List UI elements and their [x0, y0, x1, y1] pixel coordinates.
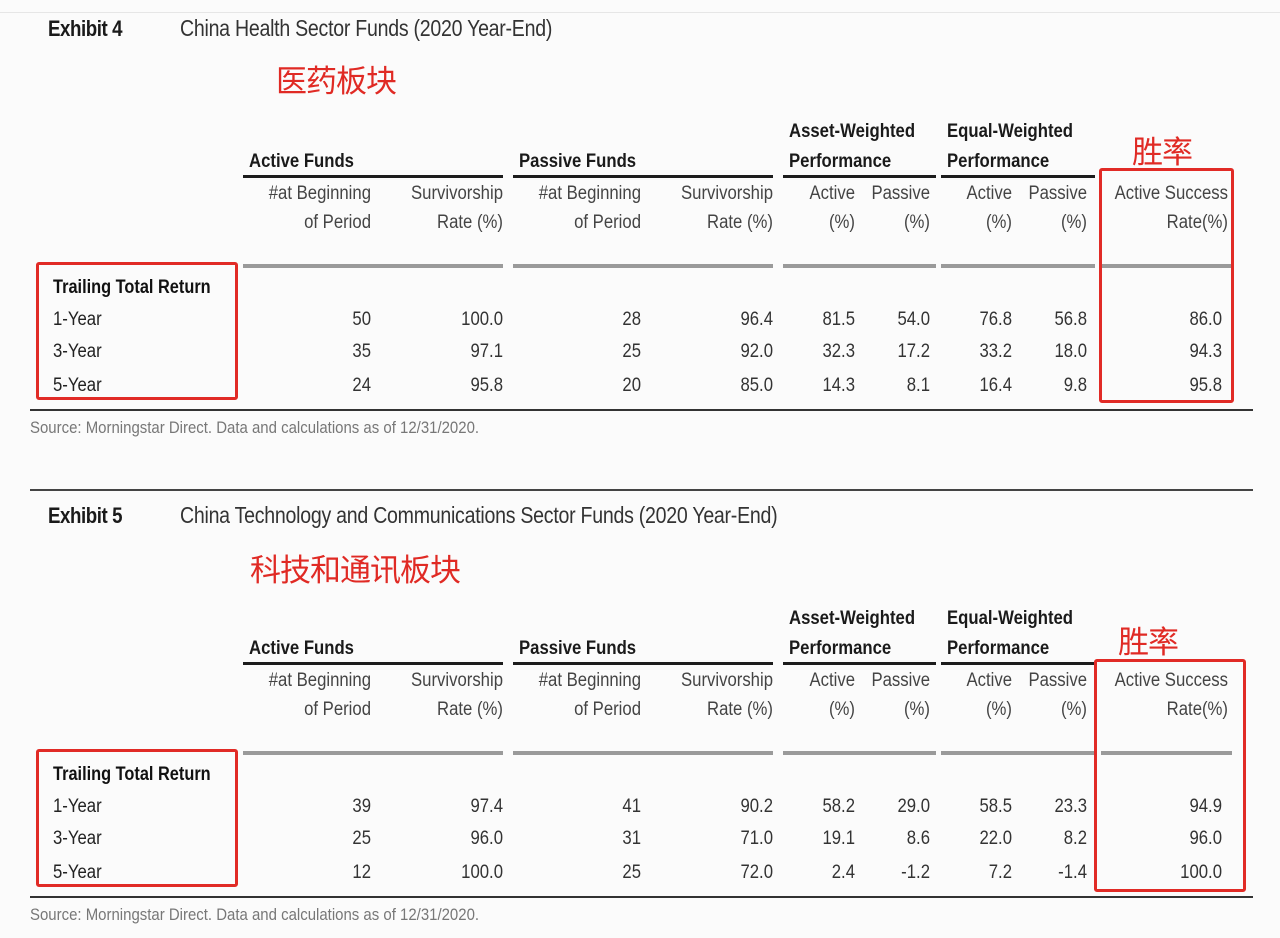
table-cell: 31	[622, 828, 641, 849]
sector-annotation: 医药板块	[276, 64, 397, 99]
column-header-line2: (%)	[1060, 699, 1087, 720]
column-header-line1: #at Beginning	[268, 183, 371, 204]
group-active-funds: Active Funds	[249, 638, 354, 659]
table-cell: 50	[352, 309, 371, 330]
exhibit-number: Exhibit 4	[48, 16, 123, 41]
exhibit-title: China Health Sector Funds (2020 Year-End…	[180, 15, 553, 41]
group-equal-weighted-line2: Performance	[947, 151, 1050, 172]
column-header-line1: Passive	[1028, 183, 1087, 204]
table-cell: 20	[622, 375, 641, 396]
table-cell: 25	[352, 828, 371, 849]
group-active-funds: Active Funds	[249, 151, 354, 172]
group-equal-weighted-line2: Performance	[947, 638, 1050, 659]
group-asset-weighted-line2: Performance	[789, 638, 892, 659]
column-header-line1: #at Beginning	[538, 183, 641, 204]
header-rule	[783, 264, 936, 268]
table-cell: 28	[622, 309, 641, 330]
header-rule	[941, 751, 1095, 755]
source-note: Source: Morningstar Direct. Data and cal…	[30, 905, 480, 924]
table-cell: 96.0	[470, 828, 503, 849]
source-note: Source: Morningstar Direct. Data and cal…	[30, 418, 480, 437]
group-rule	[513, 662, 773, 665]
column-header-line2: of Period	[304, 699, 371, 720]
group-equal-weighted-line1: Equal-Weighted	[947, 121, 1074, 142]
sector-annotation: 科技和通讯板块	[250, 553, 461, 588]
table-cell: 41	[622, 796, 641, 817]
table-cell: 97.1	[470, 341, 503, 362]
group-rule	[941, 662, 1095, 665]
group-rule	[783, 662, 936, 665]
win-rate-annotation: 胜率	[1132, 135, 1193, 170]
header-rule	[243, 264, 503, 268]
header-rule	[941, 264, 1095, 268]
table-cell: 18.0	[1054, 341, 1087, 362]
table-cell: 100.0	[461, 862, 503, 883]
group-asset-weighted-line1: Asset-Weighted	[789, 608, 916, 629]
table-cell: 39	[352, 796, 371, 817]
column-header-line2: of Period	[574, 699, 641, 720]
table-cell: 100.0	[461, 309, 503, 330]
column-header-line1: #at Beginning	[268, 670, 371, 691]
table-cell: -1.4	[1058, 862, 1087, 883]
exhibit-divider	[30, 489, 1253, 491]
exhibit-4: Exhibit 4 China Health Sector Funds (2020…	[0, 0, 1280, 460]
header-rule	[513, 264, 773, 268]
table-cell: 56.8	[1054, 309, 1087, 330]
column-header-line1: Survivorship	[410, 670, 503, 691]
win-rate-annotation: 胜率	[1118, 625, 1179, 660]
table-cell: 25	[622, 341, 641, 362]
table-cell: 12	[352, 862, 371, 883]
column-header-line1: #at Beginning	[538, 670, 641, 691]
column-header-line1: Survivorship	[410, 183, 503, 204]
group-passive-funds: Passive Funds	[519, 151, 637, 172]
column-header-line2: Rate (%)	[437, 212, 503, 233]
column-header-line2: of Period	[574, 212, 641, 233]
exhibit-title: China Technology and Communications Sect…	[180, 502, 778, 528]
header-rule	[243, 751, 503, 755]
column-header-line2: (%)	[1060, 212, 1087, 233]
highlight-box-row-labels	[36, 262, 238, 400]
highlight-box-success-rate	[1094, 659, 1246, 892]
table-bottom-rule	[30, 896, 1253, 898]
table-cell: 8.2	[1063, 828, 1087, 849]
group-rule	[243, 175, 503, 178]
header-rule	[513, 751, 773, 755]
table-cell: 35	[352, 341, 371, 362]
column-header-line1: Passive	[1028, 670, 1087, 691]
column-header-line2: of Period	[304, 212, 371, 233]
table-cell: 9.8	[1063, 375, 1087, 396]
group-passive-funds: Passive Funds	[519, 638, 637, 659]
table-cell: 24	[352, 375, 371, 396]
header-rule	[783, 751, 936, 755]
group-asset-weighted-line1: Asset-Weighted	[789, 121, 916, 142]
highlight-box-success-rate	[1099, 168, 1234, 403]
group-equal-weighted-line1: Equal-Weighted	[947, 608, 1074, 629]
table-cell: 25	[622, 862, 641, 883]
group-rule	[513, 175, 773, 178]
group-asset-weighted-line2: Performance	[789, 151, 892, 172]
table-cell: 97.4	[470, 796, 503, 817]
table-cell: 23.3	[1054, 796, 1087, 817]
exhibit-5: Exhibit 5 China Technology and Communicat…	[0, 487, 1280, 937]
exhibit-number: Exhibit 5	[48, 503, 123, 528]
group-rule	[783, 175, 936, 178]
column-header-line2: Rate (%)	[437, 699, 503, 720]
group-rule	[243, 662, 503, 665]
table-bottom-rule	[30, 409, 1253, 411]
highlight-box-row-labels	[36, 749, 238, 887]
group-rule	[941, 175, 1095, 178]
table-cell: 95.8	[470, 375, 503, 396]
